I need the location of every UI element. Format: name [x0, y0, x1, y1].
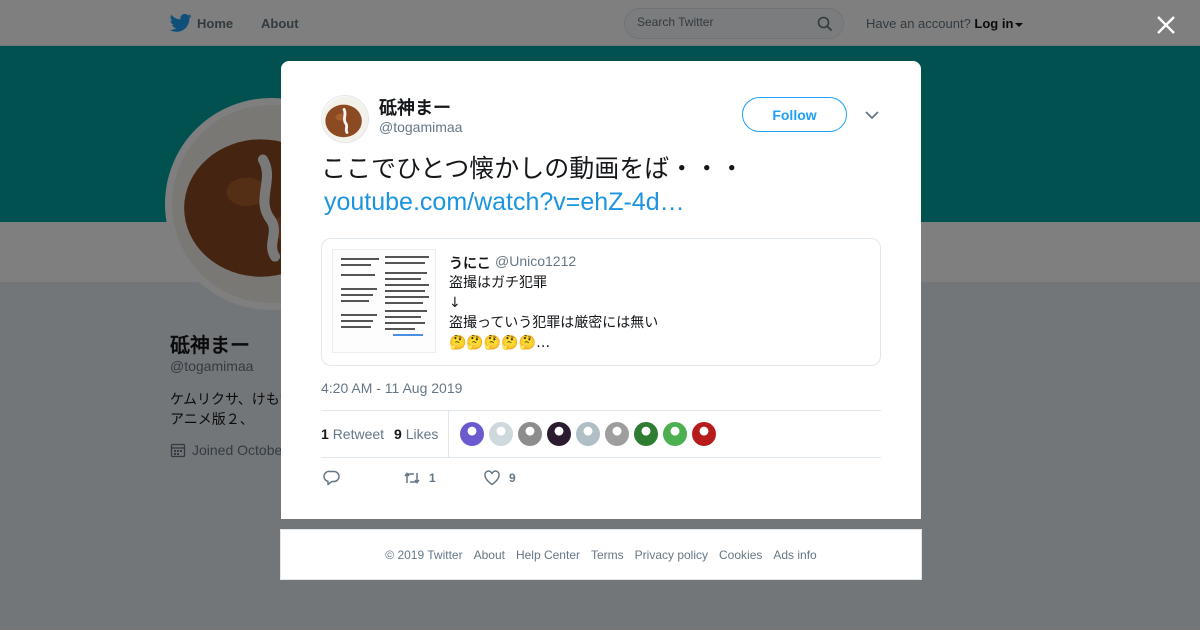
- retweet-stat[interactable]: 1 Retweet: [321, 426, 384, 442]
- like-button[interactable]: 9: [483, 469, 516, 487]
- author-name[interactable]: 砥神まー: [379, 94, 451, 120]
- quoted-text-line: ↓: [449, 295, 461, 311]
- like-count: 9: [394, 426, 402, 442]
- footer-ads-link[interactable]: Ads info: [773, 548, 816, 562]
- follow-button[interactable]: Follow: [742, 97, 847, 132]
- footer-copyright: © 2019 Twitter: [385, 547, 463, 562]
- reply-button[interactable]: [323, 469, 341, 487]
- author-handle[interactable]: @togamimaa: [379, 119, 462, 135]
- retweet-icon: [404, 472, 420, 484]
- quoted-tweet-thumbnail[interactable]: [332, 249, 436, 353]
- retweet-count: 1: [321, 426, 329, 442]
- tweet-text: ここでひとつ懐かしの動画をば・・・: [321, 154, 745, 183]
- quoted-text-line: 盗撮っていう犯罪は厳密には無い: [449, 315, 659, 331]
- liker-avatars: [460, 422, 716, 446]
- like-stat-label: Likes: [405, 426, 439, 442]
- liker-avatar[interactable]: [547, 422, 571, 446]
- tweet-actions: 1 9: [321, 469, 881, 491]
- quoted-author-name: うにこ: [449, 255, 491, 271]
- quoted-tweet[interactable]: うにこ @Unico1212 盗撮はガチ犯罪 ↓ 盗撮っていう犯罪は厳密には無い…: [321, 238, 881, 366]
- footer-about-link[interactable]: About: [474, 548, 505, 562]
- liker-avatar[interactable]: [663, 422, 687, 446]
- footer-help-link[interactable]: Help Center: [516, 548, 580, 562]
- text-screenshot-image: [341, 256, 429, 336]
- liker-avatar[interactable]: [634, 422, 658, 446]
- heart-icon: [484, 470, 500, 486]
- quoted-text-line: 盗撮はガチ犯罪: [449, 275, 547, 291]
- liker-avatar[interactable]: [605, 422, 629, 446]
- tweet-link[interactable]: youtube.com/watch?v=ehZ-4d…: [324, 187, 685, 218]
- retweet-stat-label: Retweet: [332, 426, 385, 442]
- reply-icon: [323, 470, 340, 486]
- close-icon[interactable]: [1154, 13, 1178, 37]
- quoted-author-handle: @Unico1212: [495, 253, 577, 269]
- footer-terms-link[interactable]: Terms: [591, 548, 624, 562]
- chevron-down-icon[interactable]: [865, 110, 879, 120]
- liker-avatar[interactable]: [692, 422, 716, 446]
- liker-avatar[interactable]: [489, 422, 513, 446]
- like-stat[interactable]: 9 Likes: [394, 426, 438, 442]
- liker-avatar[interactable]: [460, 422, 484, 446]
- retweet-button[interactable]: 1: [403, 469, 436, 487]
- tweet-modal: 砥神まー @togamimaa Follow ここでひとつ懐かしの動画をば・・・…: [281, 61, 921, 519]
- author-avatar[interactable]: [321, 95, 369, 143]
- retweet-action-count: 1: [429, 471, 436, 485]
- footer-privacy-link[interactable]: Privacy policy: [635, 548, 708, 562]
- tweet-stats: 1 Retweet 9 Likes: [321, 410, 881, 458]
- like-action-count: 9: [509, 471, 516, 485]
- liker-avatar[interactable]: [576, 422, 600, 446]
- tweet-timestamp[interactable]: 4:20 AM - 11 Aug 2019: [321, 380, 462, 396]
- footer-cookies-link[interactable]: Cookies: [719, 548, 762, 562]
- quoted-text-line: 🤔🤔🤔🤔🤔…: [449, 335, 551, 351]
- stats-divider: [448, 411, 449, 458]
- footer: © 2019 Twitter About Help Center Terms P…: [280, 529, 922, 580]
- curry-plate-image: [322, 96, 368, 142]
- liker-avatar[interactable]: [518, 422, 542, 446]
